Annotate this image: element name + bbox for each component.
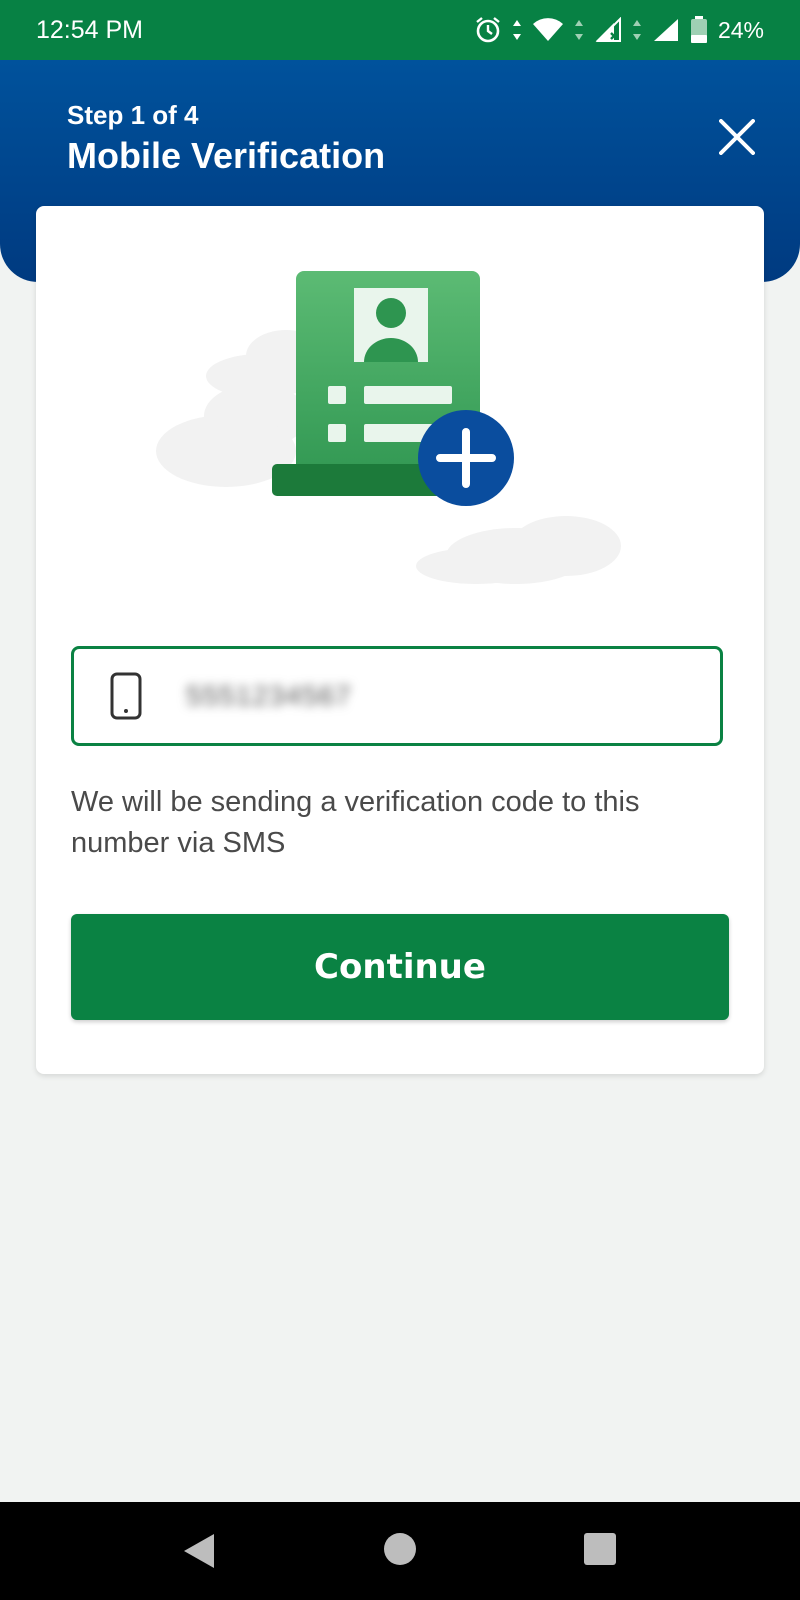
battery-percent: 24%	[717, 16, 764, 43]
back-icon[interactable]	[182, 1532, 216, 1575]
id-card-add-icon	[156, 271, 621, 584]
recents-icon[interactable]	[583, 1532, 617, 1571]
signal-no-data-icon	[594, 17, 622, 43]
data-arrows-icon	[632, 18, 642, 42]
wifi-icon	[532, 17, 564, 43]
signal-icon	[652, 17, 680, 43]
close-icon	[719, 119, 755, 155]
verification-card: 5551234567 We will be sending a verifica…	[36, 206, 764, 1074]
home-icon[interactable]	[383, 1532, 417, 1571]
mobile-phone-icon	[110, 672, 142, 720]
status-bar: 12:54 PM 24%	[0, 0, 800, 60]
data-arrows-icon	[574, 18, 584, 42]
data-arrows-icon	[512, 18, 522, 42]
helper-text: We will be sending a verification code t…	[71, 786, 640, 859]
alarm-icon	[474, 16, 502, 44]
phone-number-value: 5551234567	[186, 680, 352, 711]
status-icons: 24%	[474, 16, 764, 44]
phone-number-field[interactable]: 5551234567	[71, 646, 723, 746]
status-time: 12:54 PM	[36, 15, 144, 44]
step-indicator: Step 1 of 4	[67, 100, 199, 130]
close-button[interactable]	[712, 112, 762, 162]
page-title: Mobile Verification	[67, 135, 386, 176]
continue-button[interactable]: Continue	[71, 914, 729, 1020]
system-nav-bar	[0, 1502, 800, 1600]
battery-icon	[690, 16, 708, 44]
